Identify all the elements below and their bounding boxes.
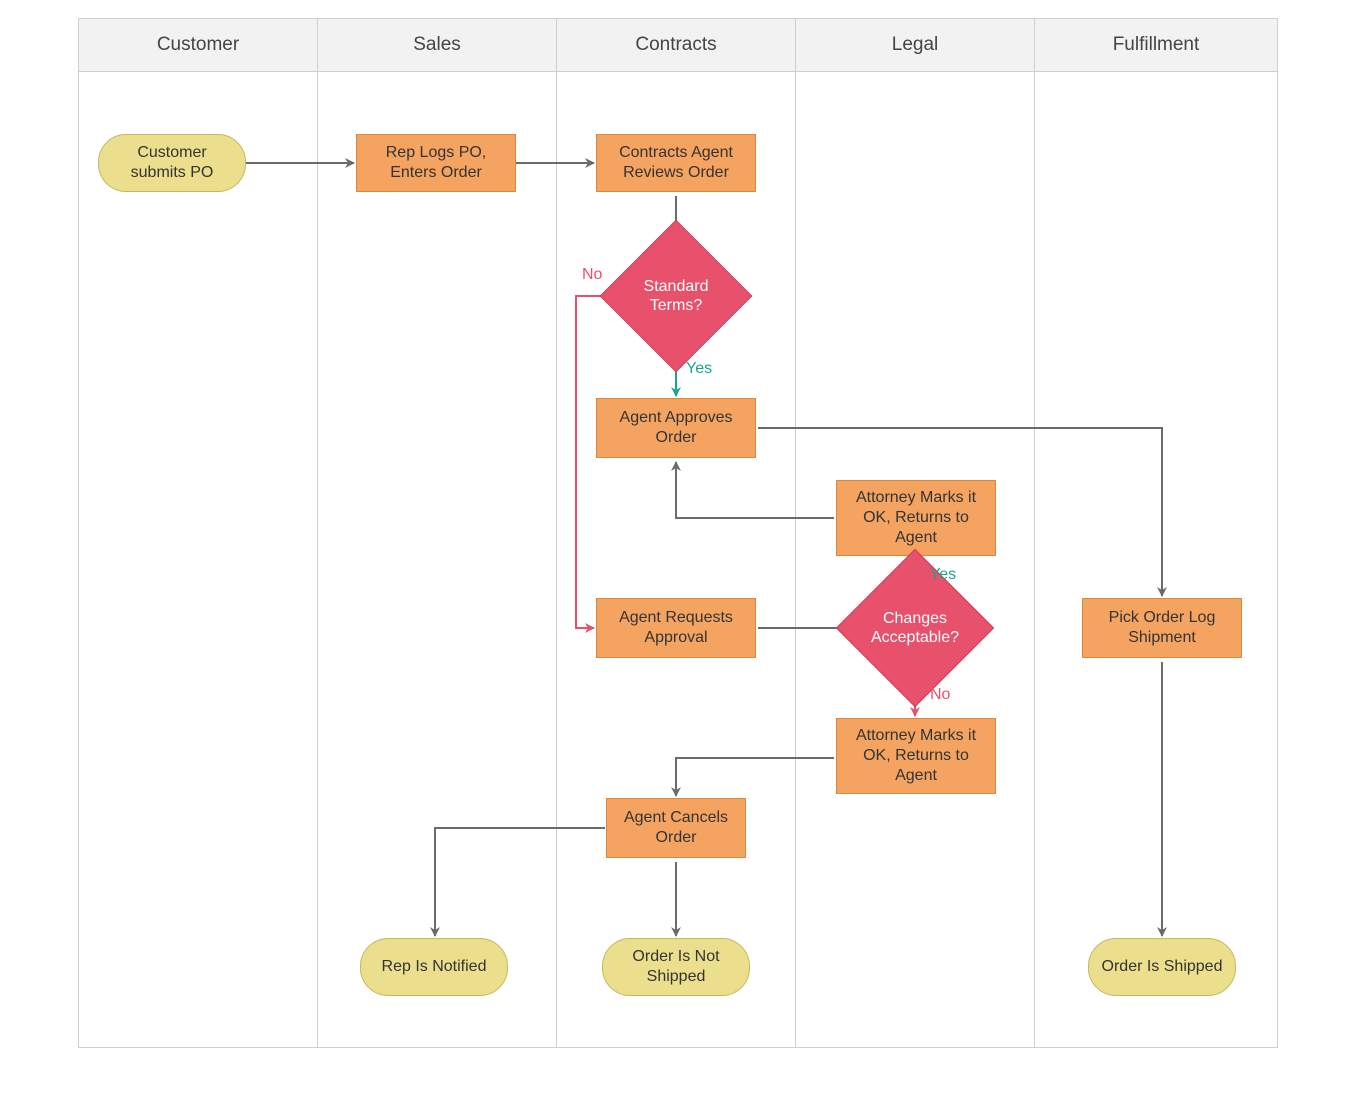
- decision-changes-acceptable: Changes Acceptable?: [859, 572, 971, 684]
- terminator-customer-submits-po: Customer submits PO: [98, 134, 246, 192]
- lane-header-fulfillment: Fulfillment: [1035, 19, 1277, 72]
- lane-fulfillment: Fulfillment: [1034, 18, 1278, 1048]
- process-attorney-ok-returns: Attorney Marks it OK, Returns to Agent: [836, 480, 996, 556]
- lane-header-legal: Legal: [796, 19, 1034, 72]
- terminator-order-not-shipped: Order Is Not Shipped: [602, 938, 750, 996]
- terminator-rep-is-notified: Rep Is Notified: [360, 938, 508, 996]
- edge-label-no-1: No: [582, 266, 602, 284]
- edge-label-yes-2: Yes: [930, 566, 956, 584]
- terminator-order-is-shipped: Order Is Shipped: [1088, 938, 1236, 996]
- lane-header-sales: Sales: [318, 19, 556, 72]
- decision-standard-terms: Standard Terms?: [622, 242, 730, 350]
- process-agent-requests-approval: Agent Requests Approval: [596, 598, 756, 658]
- process-agent-cancels-order: Agent Cancels Order: [606, 798, 746, 858]
- lane-header-customer: Customer: [79, 19, 317, 72]
- process-pick-order-log-shipment: Pick Order Log Shipment: [1082, 598, 1242, 658]
- process-agent-approves-order: Agent Approves Order: [596, 398, 756, 458]
- edge-label-no-2: No: [930, 686, 950, 704]
- process-contracts-agent-reviews: Contracts Agent Reviews Order: [596, 134, 756, 192]
- process-attorney-ok-returns-2: Attorney Marks it OK, Returns to Agent: [836, 718, 996, 794]
- process-rep-logs-po: Rep Logs PO, Enters Order: [356, 134, 516, 192]
- swimlane-diagram: Customer Sales Contracts Legal Fulfillme…: [78, 18, 1278, 1048]
- lane-header-contracts: Contracts: [557, 19, 795, 72]
- edge-label-yes-1: Yes: [686, 360, 712, 378]
